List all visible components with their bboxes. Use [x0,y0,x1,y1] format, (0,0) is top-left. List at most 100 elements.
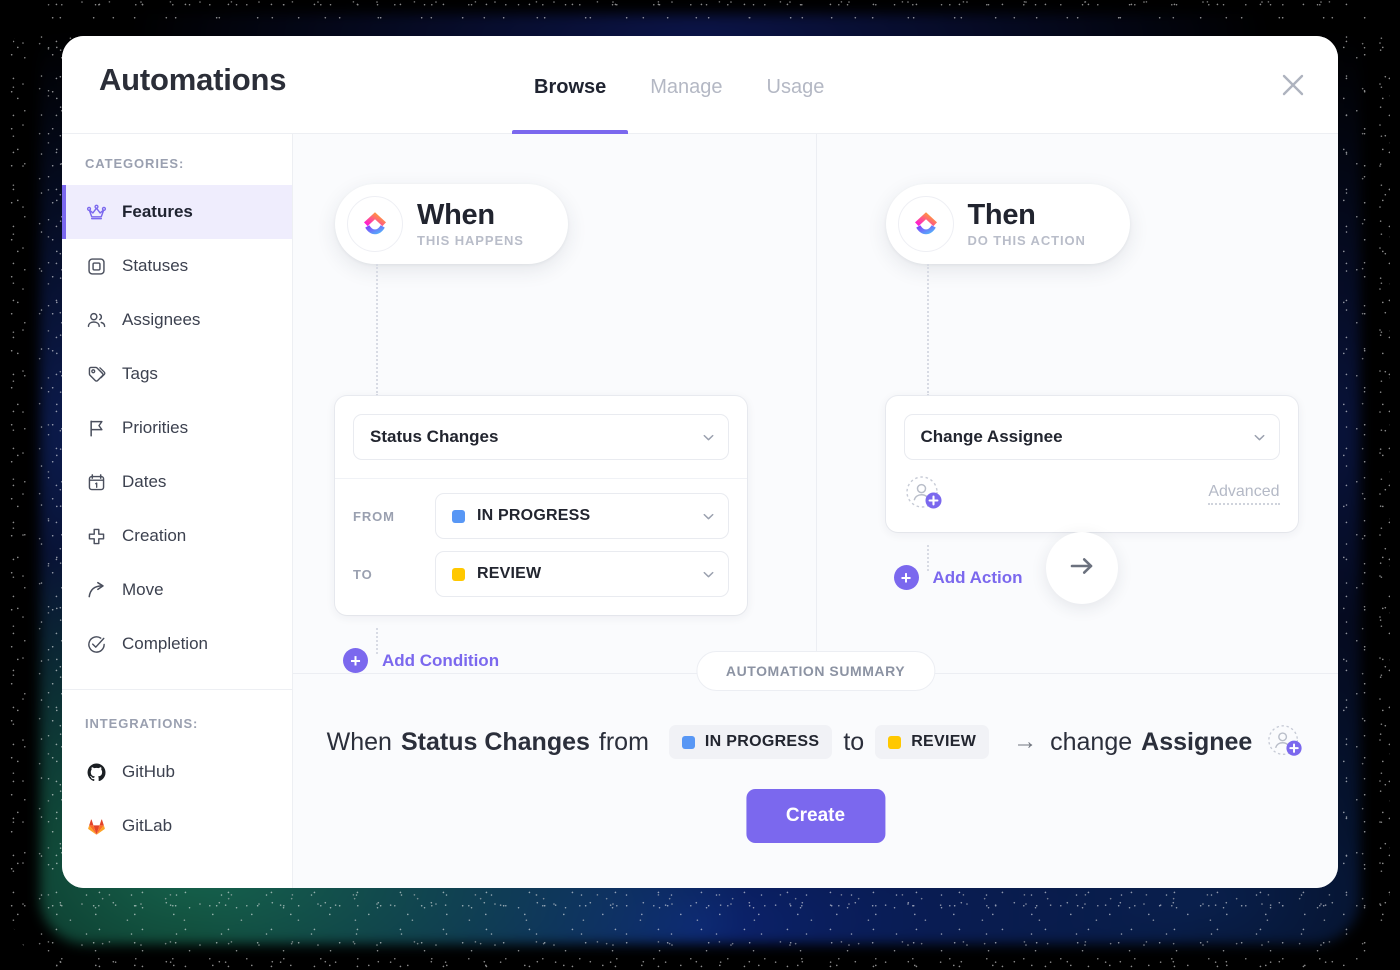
summary-action-target: Assignee [1141,727,1253,756]
plus-thick-icon [85,525,107,547]
trigger-select[interactable]: Status Changes [353,414,729,460]
sidebar-item-creation[interactable]: Creation [62,509,292,563]
summary-from-status: IN PROGRESS [704,733,820,750]
modal-header: Automations Browse Manage Usage [62,36,1338,134]
summary-pill: AUTOMATION SUMMARY [695,651,936,691]
sidebar-item-label: GitLab [122,816,173,835]
sidebar-item-label: Assignees [122,310,201,329]
add-action-button[interactable]: + Add Action [893,565,1023,590]
sidebar-item-label: Features [122,202,193,221]
then-subheading: DO THIS ACTION [967,232,1086,248]
condition-from-select[interactable]: IN PROGRESS [435,493,729,539]
assignee-row: Advanced [886,470,1298,532]
calendar-icon [85,471,107,493]
main-content: When THIS HAPPENS Status Changes FROM IN… [293,134,1338,888]
summary-to-word: to [843,727,865,756]
sidebar-item-label: Creation [122,526,187,545]
condition-from-label: FROM [353,508,395,524]
trigger-row: Status Changes [335,396,747,479]
summary-to-status: REVIEW [911,733,977,750]
when-card-text: When THIS HAPPENS [417,199,524,248]
sidebar-item-move[interactable]: Move [62,563,292,617]
chevron-down-icon [701,567,716,582]
then-connector-line [926,264,929,396]
integrations-label: INTEGRATIONS: [85,716,199,731]
sidebar-item-github[interactable]: GitHub [62,745,292,799]
status-color-swatch-to [888,735,902,749]
chevron-down-icon [701,509,716,524]
close-icon[interactable] [1274,66,1312,104]
automations-modal: Automations Browse Manage Usage CATEGORI… [62,36,1338,888]
tab-usage[interactable]: Usage [745,36,847,134]
status-color-swatch-from [452,509,465,523]
when-card: When THIS HAPPENS [335,184,568,264]
plus-circle-icon: + [893,565,919,590]
plus-circle-icon: + [343,648,368,673]
condition-from-row: FROM IN PROGRESS [353,493,729,539]
action-row: Change Assignee [886,396,1298,470]
sidebar-item-label: Tags [122,364,158,383]
automation-summary: AUTOMATION SUMMARY When Status Changes f… [293,651,1338,888]
flow-arrow-connector [1046,532,1118,604]
sidebar-item-assignees[interactable]: Assignees [62,293,292,347]
when-heading: When [417,199,495,232]
add-condition-label: Add Condition [382,650,500,670]
when-config-box: Status Changes FROM IN PROGRESS TO REVIE… [335,396,747,615]
tag-icon [85,363,107,385]
sidebar-item-statuses[interactable]: Statuses [62,239,292,293]
action-value: Change Assignee [920,427,1063,446]
advanced-link[interactable]: Advanced [1208,483,1280,505]
action-select[interactable]: Change Assignee [903,414,1280,460]
github-icon [85,761,107,783]
sidebar-item-dates[interactable]: Dates [62,455,292,509]
summary-from-word: from [598,727,649,756]
clickup-logo-icon [347,196,403,252]
summary-prefix: When [326,727,392,756]
summary-arrow-icon: → [1013,728,1038,755]
sidebar-item-priorities[interactable]: Priorities [62,401,292,455]
modal-body: CATEGORIES: Features Statuses Assignees … [62,134,1338,888]
summary-action-word: change [1050,727,1133,756]
when-subheading: THIS HAPPENS [417,232,524,248]
summary-to-chip: REVIEW [875,725,990,759]
people-icon [85,309,107,331]
then-config-box: Change Assignee Advanced [885,396,1298,532]
tab-manage[interactable]: Manage [628,36,744,134]
chevron-down-icon [701,430,716,445]
create-button[interactable]: Create [745,789,886,843]
page-title: Automations [99,62,287,97]
then-card-text: Then DO THIS ACTION [967,199,1086,248]
summary-assignee-avatar [1266,723,1304,761]
condition-to-value-wrap: REVIEW [452,565,701,583]
clickup-logo-icon [897,196,954,252]
sidebar-item-features[interactable]: Features [62,185,292,239]
sidebar-item-completion[interactable]: Completion [62,617,292,671]
flag-icon [85,417,107,439]
status-color-swatch-to [452,567,465,581]
tab-browse[interactable]: Browse [512,36,629,134]
condition-to-label: TO [353,566,373,582]
condition-to-select[interactable]: REVIEW [435,551,729,597]
then-card: Then DO THIS ACTION [885,184,1130,264]
sidebar-item-gitlab[interactable]: GitLab [62,799,292,853]
condition-to-value: REVIEW [477,565,542,582]
then-heading: Then [967,199,1036,232]
sidebar-item-label: Dates [122,472,167,491]
add-assignee-button[interactable] [904,474,944,514]
check-circle-icon [85,633,107,655]
add-condition-button[interactable]: + Add Condition [343,648,499,673]
tab-bar: Browse Manage Usage [512,36,846,134]
summary-trigger: Status Changes [400,727,590,756]
gitlab-icon [85,815,107,837]
condition-to-row: TO REVIEW [353,551,729,597]
page-background: Automations Browse Manage Usage CATEGORI… [0,0,1400,970]
condition-from-value-wrap: IN PROGRESS [452,507,701,525]
when-pane: When THIS HAPPENS Status Changes FROM IN… [293,134,816,673]
chevron-down-icon [1252,430,1267,445]
sidebar-item-tags[interactable]: Tags [62,347,292,401]
sidebar-item-label: GitHub [122,762,175,781]
summary-sentence: When Status Changes from IN PROGRESS to … [293,723,1338,761]
sidebar-item-label: Move [122,580,164,599]
sidebar-item-label: Priorities [122,418,189,437]
crown-icon [85,201,107,223]
